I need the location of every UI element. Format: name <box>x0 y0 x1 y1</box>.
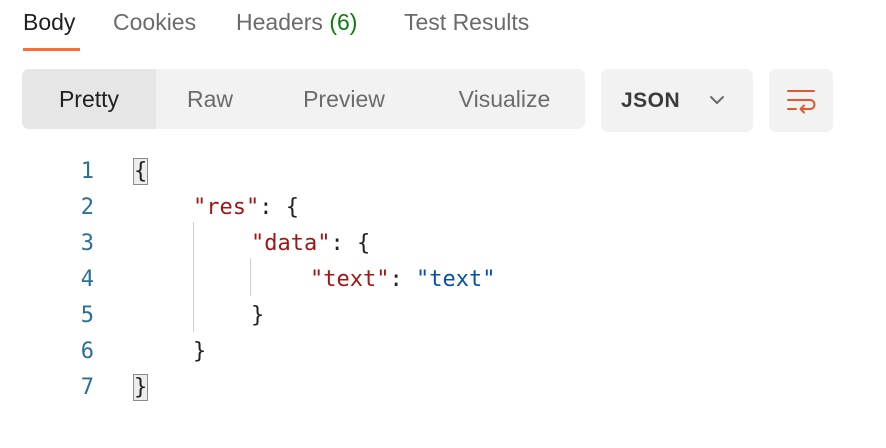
format-selected-value: JSON <box>621 89 681 112</box>
code-line: 6 } <box>0 334 886 370</box>
mode-visualize[interactable]: Visualize <box>424 69 585 129</box>
code-text: "res": { <box>193 190 299 226</box>
json-brace: { <box>285 195 299 220</box>
tab-test-results[interactable]: Test Results <box>404 6 529 38</box>
line-number: 6 <box>80 339 94 364</box>
mode-pretty[interactable]: Pretty <box>22 69 156 129</box>
json-colon: : <box>389 267 416 292</box>
tab-headers[interactable]: Headers (6) <box>236 6 357 38</box>
view-mode-segmented-control: Pretty Raw Preview Visualize <box>22 69 585 129</box>
json-brace: } <box>193 339 207 364</box>
matched-brace: } <box>132 374 149 401</box>
code-text: "data": { <box>251 226 370 262</box>
mode-raw[interactable]: Raw <box>156 69 264 129</box>
code-text: "text": "text" <box>310 262 495 298</box>
json-key: "res" <box>193 195 260 220</box>
wrap-lines-button[interactable] <box>769 69 833 132</box>
line-number: 3 <box>80 231 94 256</box>
code-text: } <box>193 334 206 370</box>
format-dropdown[interactable]: JSON <box>601 69 753 132</box>
response-tabs: Body Cookies Headers (6) Test Results <box>0 0 886 56</box>
matched-brace: { <box>132 158 149 185</box>
code-text: } <box>251 298 264 334</box>
json-string-value: "text" <box>415 267 496 292</box>
active-tab-indicator <box>23 48 80 51</box>
code-text: { <box>132 154 149 190</box>
json-key: "data" <box>251 231 331 256</box>
code-line: 7 } <box>0 370 886 406</box>
code-line: 2 "res": { <box>0 190 886 226</box>
line-number: 4 <box>80 267 94 292</box>
code-line: 3 "data": { <box>0 226 886 262</box>
chevron-down-icon <box>710 96 724 104</box>
line-number: 5 <box>80 303 94 328</box>
line-number: 7 <box>80 375 94 400</box>
tab-cookies[interactable]: Cookies <box>113 6 196 38</box>
code-line: 4 "text": "text" <box>0 262 886 298</box>
json-colon: : <box>330 231 357 256</box>
json-brace: { <box>356 231 371 256</box>
tab-headers-label: Headers <box>236 9 323 35</box>
line-number: 1 <box>80 159 94 184</box>
code-line: 1 { <box>0 154 886 190</box>
json-key: "text" <box>310 267 390 292</box>
json-brace: } <box>251 303 265 328</box>
code-text: } <box>132 370 149 406</box>
mode-preview[interactable]: Preview <box>264 69 424 129</box>
tab-body[interactable]: Body <box>23 6 75 38</box>
wrap-lines-icon <box>787 90 816 114</box>
code-line: 5 } <box>0 298 886 334</box>
line-number: 2 <box>80 195 94 220</box>
headers-count-badge: (6) <box>329 9 358 35</box>
json-response-viewer[interactable]: 1 { 2 "res": { 3 "data": { 4 "text": "te… <box>0 150 886 410</box>
json-colon: : <box>259 195 286 220</box>
